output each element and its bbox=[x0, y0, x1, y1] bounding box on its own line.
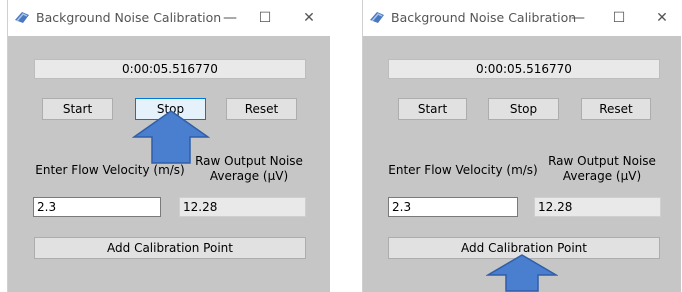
raw-output-label-line2: Average (µV) bbox=[562, 169, 642, 183]
close-icon[interactable]: ✕ bbox=[299, 8, 319, 28]
title-bar[interactable]: Background Noise Calibration — ☐ ✕ bbox=[8, 0, 330, 36]
timer-display: 0:00:05.516770 bbox=[388, 59, 660, 79]
reset-button[interactable]: Reset bbox=[226, 98, 297, 120]
app-icon bbox=[15, 12, 29, 23]
window-right: Background Noise Calibration — ☐ ✕ 0:00:… bbox=[362, 0, 681, 292]
raw-output-label-line2: Average (µV) bbox=[209, 169, 289, 183]
start-button[interactable]: Start bbox=[398, 98, 467, 120]
maximize-icon[interactable]: ☐ bbox=[609, 8, 629, 28]
minimize-icon[interactable]: — bbox=[220, 8, 240, 28]
raw-output-field: 12.28 bbox=[534, 197, 661, 217]
window-title: Background Noise Calibration bbox=[391, 10, 577, 25]
raw-output-label-line1: Raw Output Noise bbox=[548, 154, 656, 168]
stop-button[interactable]: Stop bbox=[488, 98, 559, 120]
window-title: Background Noise Calibration bbox=[36, 10, 222, 25]
maximize-icon[interactable]: ☐ bbox=[255, 8, 275, 28]
up-arrow-icon bbox=[132, 110, 210, 164]
up-arrow-icon bbox=[486, 254, 558, 292]
timer-display: 0:00:05.516770 bbox=[34, 59, 306, 79]
reset-button[interactable]: Reset bbox=[581, 98, 651, 120]
flow-velocity-input[interactable]: 2.3 bbox=[388, 197, 518, 217]
start-button[interactable]: Start bbox=[42, 98, 113, 120]
minimize-icon[interactable]: — bbox=[568, 8, 588, 28]
app-icon bbox=[370, 12, 384, 23]
window-left: Background Noise Calibration — ☐ ✕ 0:00:… bbox=[7, 0, 330, 292]
flow-velocity-input[interactable]: 2.3 bbox=[33, 197, 161, 217]
title-bar[interactable]: Background Noise Calibration — ☐ ✕ bbox=[363, 0, 681, 36]
flow-velocity-label: Enter Flow Velocity (m/s) bbox=[388, 163, 538, 177]
close-icon[interactable]: ✕ bbox=[652, 8, 672, 28]
raw-output-field: 12.28 bbox=[179, 197, 306, 217]
add-calibration-point-button[interactable]: Add Calibration Point bbox=[34, 237, 306, 259]
flow-velocity-label: Enter Flow Velocity (m/s) bbox=[35, 163, 185, 177]
